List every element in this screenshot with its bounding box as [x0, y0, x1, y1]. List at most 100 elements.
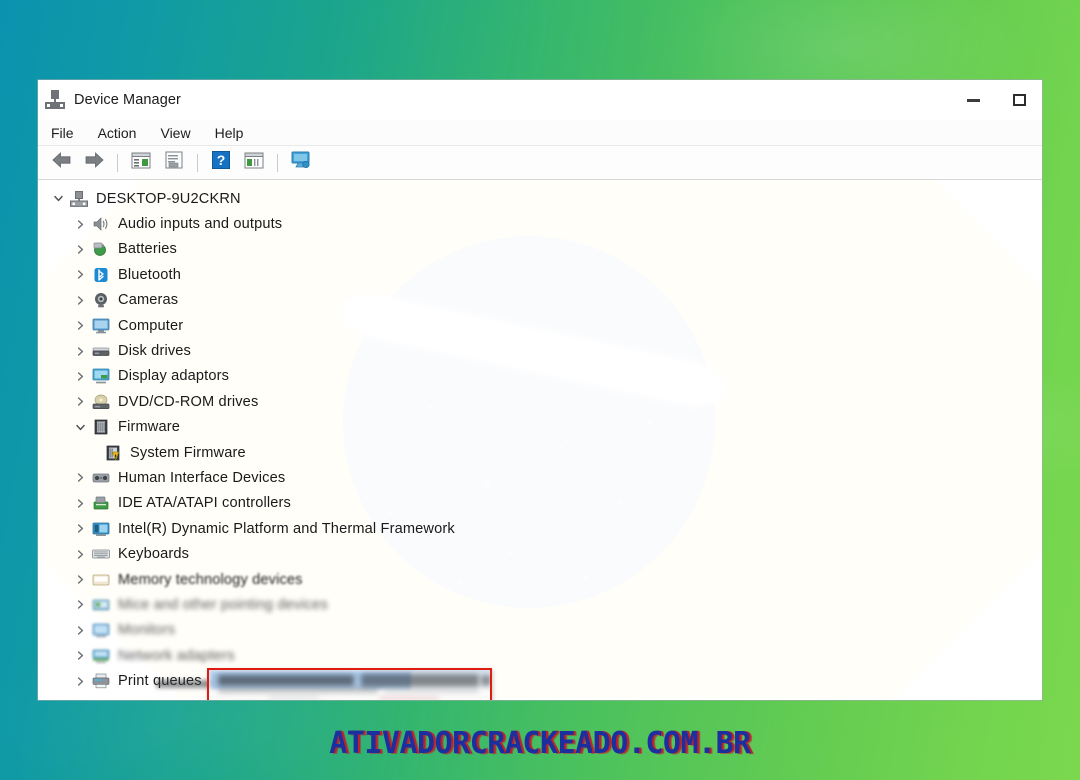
chevron-right-icon[interactable] [70, 295, 90, 306]
tree-node-firmware[interactable]: Firmware [38, 415, 1042, 440]
chevron-right-icon[interactable] [70, 346, 90, 357]
tree-node-keyboards[interactable]: Keyboards [38, 541, 1042, 566]
tree-node-label: Display adaptors [118, 368, 230, 385]
show-hidden-devices-button[interactable] [126, 150, 156, 176]
chevron-right-icon[interactable] [70, 498, 90, 509]
red-highlight-box[interactable] [207, 668, 492, 700]
tree-node-memory-technology-devices[interactable]: Memory technology devices [38, 567, 1042, 592]
site-watermark: ATIVADORCRACKEADO.COM.BR [329, 726, 751, 761]
help-button[interactable]: ? [206, 150, 236, 176]
tree-node-label: DESKTOP-9U2CKRN [96, 190, 241, 207]
device-tree-panel: DESKTOP-9U2CKRN Audio inputs and outputs… [38, 180, 1042, 700]
disk-drive-icon [90, 342, 112, 360]
scan-hardware-changes-icon [290, 151, 312, 174]
tree-node-cameras[interactable]: Cameras [38, 288, 1042, 313]
tree-node-ide-ata-atapi-controllers[interactable]: IDE ATA/ATAPI controllers [38, 491, 1042, 516]
tree-node-disk-drives[interactable]: Disk drives [38, 338, 1042, 363]
window-controls [950, 80, 1042, 120]
tree-node-label: Batteries [118, 241, 177, 258]
forward-arrow-icon [84, 151, 105, 174]
tree-node-label: Monitors [118, 622, 176, 639]
tree-node-label: Human Interface Devices [118, 469, 286, 486]
back-button[interactable] [46, 150, 76, 176]
menu-item-view[interactable]: View [157, 124, 193, 142]
scan-hardware-changes-button[interactable] [286, 150, 316, 176]
tree-node-label: Intel(R) Dynamic Platform and Thermal Fr… [118, 520, 455, 537]
ide-controller-icon [90, 494, 112, 512]
network-adapter-icon [90, 647, 112, 665]
maximize-button[interactable] [996, 80, 1042, 120]
chevron-right-icon[interactable] [70, 625, 90, 636]
minimize-icon [966, 98, 980, 102]
tree-node-label: Cameras [118, 292, 179, 309]
hid-icon [90, 469, 112, 487]
svg-text:?: ? [217, 152, 226, 168]
chevron-right-icon[interactable] [70, 396, 90, 407]
tree-node-computer[interactable]: Computer [38, 313, 1042, 338]
tree-node-batteries[interactable]: Batteries [38, 237, 1042, 262]
thermal-framework-icon [90, 520, 112, 538]
toolbar-separator [197, 153, 198, 172]
menu-item-file[interactable]: File [48, 124, 77, 142]
chevron-right-icon[interactable] [70, 676, 90, 687]
tree-node-label: Firmware [118, 419, 181, 436]
properties-icon [165, 151, 183, 174]
optical-drive-icon [90, 393, 112, 411]
bluetooth-icon [90, 266, 112, 284]
tree-node-monitors[interactable]: Monitors [38, 618, 1042, 643]
chevron-down-icon[interactable] [70, 422, 90, 433]
tree-node-network-adapters[interactable]: Network adapters [38, 643, 1042, 668]
chevron-right-icon[interactable] [70, 650, 90, 661]
minimize-button[interactable] [950, 80, 996, 120]
chevron-right-icon[interactable] [70, 320, 90, 331]
tree-node-label: Disk drives [118, 343, 192, 360]
chevron-right-icon[interactable] [70, 472, 90, 483]
forward-button[interactable] [79, 150, 109, 176]
system-firmware-warning-icon [102, 444, 124, 462]
camera-icon [90, 291, 112, 309]
firmware-icon [90, 418, 112, 436]
tree-node-label: Memory technology devices [118, 571, 303, 588]
monitor-icon [90, 621, 112, 639]
chevron-right-icon[interactable] [70, 371, 90, 382]
tree-node-label: Mice and other pointing devices [118, 596, 328, 613]
chevron-right-icon[interactable] [70, 269, 90, 280]
chevron-right-icon[interactable] [70, 219, 90, 230]
back-arrow-icon [51, 151, 72, 174]
tree-node-human-interface-devices[interactable]: Human Interface Devices [38, 465, 1042, 490]
tree-node-system-firmware[interactable]: System Firmware [38, 440, 1042, 465]
tree-node-label: Computer [118, 317, 184, 334]
chevron-right-icon[interactable] [70, 549, 90, 560]
chevron-right-icon[interactable] [70, 574, 90, 585]
update-driver-button[interactable] [239, 150, 269, 176]
keyboard-icon [90, 545, 112, 563]
tree-node-audio-inputs-and-outputs[interactable]: Audio inputs and outputs [38, 211, 1042, 236]
tree-node-bluetooth[interactable]: Bluetooth [38, 262, 1042, 287]
properties-button[interactable] [159, 150, 189, 176]
chevron-right-icon[interactable] [70, 523, 90, 534]
memory-device-icon [90, 571, 112, 589]
chevron-right-icon[interactable] [70, 244, 90, 255]
tree-node-label: Network adapters [118, 647, 235, 664]
printer-icon [90, 672, 112, 690]
toolbar-separator [117, 153, 118, 172]
tree-node-label: DVD/CD-ROM drives [118, 393, 259, 410]
tree-node-display-adaptors[interactable]: Display adaptors [38, 364, 1042, 389]
tree-node-dvd-cd-rom-drives[interactable]: DVD/CD-ROM drives [38, 389, 1042, 414]
menu-item-action[interactable]: Action [95, 124, 140, 142]
maximize-icon [1012, 94, 1026, 106]
chevron-right-icon[interactable] [70, 599, 90, 610]
toolbar-separator [277, 153, 278, 172]
tree-node-label: IDE ATA/ATAPI controllers [118, 495, 291, 512]
tree-node-root[interactable]: DESKTOP-9U2CKRN [38, 186, 1042, 211]
menu-item-help[interactable]: Help [212, 124, 247, 142]
display-adapter-icon [90, 367, 112, 385]
show-hidden-devices-icon [131, 152, 151, 174]
tree-node-intel-dynamic-platform-and-thermal-framework[interactable]: Intel(R) Dynamic Platform and Thermal Fr… [38, 516, 1042, 541]
chevron-down-icon[interactable] [48, 193, 68, 204]
tree-node-label: Keyboards [118, 546, 190, 563]
mouse-icon [90, 596, 112, 614]
battery-icon [90, 240, 112, 258]
tree-node-mice-and-other-pointing-devices[interactable]: Mice and other pointing devices [38, 592, 1042, 617]
speaker-icon [90, 215, 112, 233]
